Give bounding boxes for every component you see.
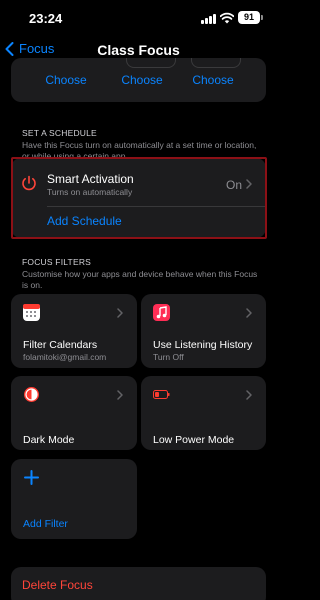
smart-activation-highlight bbox=[11, 157, 267, 239]
tile-subtitle: Turn Off bbox=[153, 352, 184, 362]
status-bar: 23:24 91 bbox=[0, 0, 277, 34]
listening-history-tile[interactable]: Use Listening History Turn Off bbox=[141, 294, 266, 368]
tile-title: Filter Calendars bbox=[23, 339, 98, 351]
filters-section-header: FOCUS FILTERS bbox=[22, 257, 92, 267]
chevron-right-icon bbox=[117, 390, 123, 400]
filters-section-description: Customise how your apps and device behav… bbox=[22, 269, 258, 290]
add-filter-tile[interactable]: Add Filter bbox=[11, 459, 137, 539]
low-power-mode-tile[interactable]: Low Power Mode bbox=[141, 376, 266, 450]
battery-icon: 91 bbox=[238, 11, 260, 24]
tile-title: Use Listening History bbox=[153, 339, 253, 351]
schedule-section-header: SET A SCHEDULE bbox=[22, 128, 97, 138]
choose-button-1[interactable]: Choose bbox=[36, 73, 96, 87]
tile-subtitle: folamitoki@gmail.com bbox=[23, 352, 107, 362]
battery-cap bbox=[261, 15, 263, 20]
music-icon bbox=[153, 304, 170, 321]
widget-preview bbox=[191, 58, 241, 68]
choose-button-2[interactable]: Choose bbox=[112, 73, 172, 87]
plus-icon bbox=[24, 470, 39, 485]
status-time: 23:24 bbox=[29, 11, 63, 26]
cellular-signal-icon bbox=[201, 14, 216, 24]
wifi-icon bbox=[220, 12, 234, 24]
chevron-right-icon bbox=[246, 308, 252, 318]
chevron-right-icon bbox=[246, 390, 252, 400]
dark-mode-icon bbox=[24, 387, 39, 402]
tile-title: Low Power Mode bbox=[153, 434, 235, 446]
calendar-icon bbox=[23, 304, 40, 321]
choose-button-3[interactable]: Choose bbox=[183, 73, 243, 87]
page-title: Class Focus bbox=[97, 42, 180, 58]
widget-preview bbox=[126, 58, 176, 68]
dark-mode-tile[interactable]: Dark Mode bbox=[11, 376, 137, 450]
tile-title: Dark Mode bbox=[23, 434, 75, 446]
battery-icon bbox=[153, 390, 170, 399]
tile-title: Add Filter bbox=[23, 518, 68, 530]
chevron-right-icon bbox=[117, 308, 123, 318]
filter-calendars-tile[interactable]: Filter Calendars folamitoki@gmail.com bbox=[11, 294, 137, 368]
delete-focus-button[interactable]: Delete Focus bbox=[22, 578, 93, 592]
